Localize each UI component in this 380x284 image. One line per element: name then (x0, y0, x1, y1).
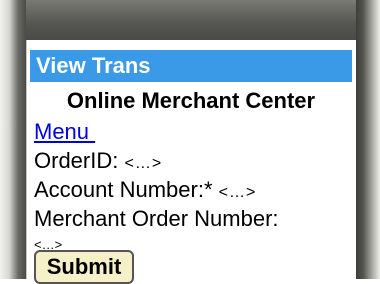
order-id-field[interactable]: OrderID: <…> (34, 147, 162, 178)
phone-screen: View Trans Online Merchant Center Menu O… (26, 40, 356, 284)
merchant-order-number-label: Merchant Order Number: (34, 206, 279, 231)
account-number-field[interactable]: Account Number:* <…> (34, 176, 256, 207)
device-frame: View Trans Online Merchant Center Menu O… (0, 0, 380, 284)
device-frame-top (0, 0, 380, 40)
account-number-value[interactable]: <…> (219, 184, 257, 201)
order-id-label: OrderID: (34, 148, 119, 173)
menu-link[interactable]: Menu (34, 118, 95, 146)
account-number-label: Account Number:* (34, 177, 213, 202)
device-frame-left-edge (0, 0, 26, 279)
order-id-value[interactable]: <…> (124, 155, 162, 172)
title-bar-label: View Trans (36, 53, 151, 78)
page-header: Online Merchant Center (66, 88, 316, 113)
device-frame-right-edge (356, 0, 380, 279)
title-bar: View Trans (30, 50, 352, 82)
